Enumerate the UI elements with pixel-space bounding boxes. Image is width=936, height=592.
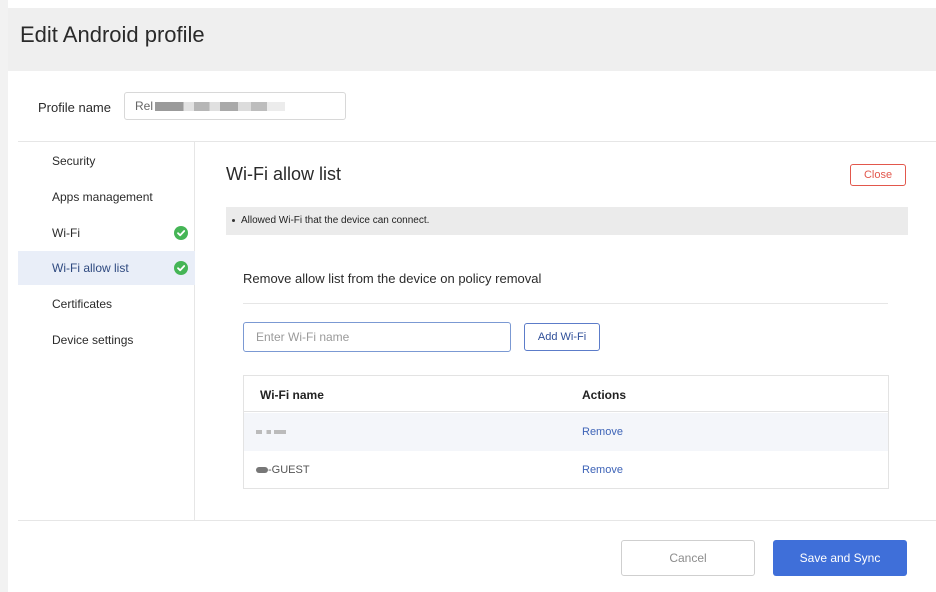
sidebar-item-wifi-allow-list[interactable]: Wi-Fi allow list bbox=[18, 251, 195, 285]
remove-link[interactable]: Remove bbox=[582, 464, 623, 476]
sidebar-item-label: Device settings bbox=[52, 333, 134, 347]
sidebar-item-device-settings[interactable]: Device settings bbox=[18, 323, 195, 357]
table-row: Remove bbox=[244, 413, 888, 451]
redacted-text bbox=[256, 430, 286, 435]
profile-name-value: Rel bbox=[135, 99, 154, 113]
add-wifi-button[interactable]: Add Wi-Fi bbox=[524, 323, 600, 351]
column-header-actions: Actions bbox=[582, 388, 627, 402]
save-and-sync-button[interactable]: Save and Sync bbox=[773, 540, 907, 576]
footer: Cancel Save and Sync bbox=[18, 520, 936, 592]
sidebar-item-label: Apps management bbox=[52, 190, 153, 204]
check-circle-icon bbox=[174, 226, 188, 240]
sidebar-item-label: Wi-Fi allow list bbox=[52, 261, 129, 275]
main-panel: Wi-Fi allow list Close Allowed Wi-Fi tha… bbox=[196, 142, 936, 520]
profile-name-label: Profile name bbox=[38, 100, 111, 115]
divider bbox=[243, 303, 888, 304]
wifi-table: Wi-Fi name Actions Remove -GUEST Remove bbox=[243, 375, 889, 489]
wifi-name-cell: -GUEST bbox=[256, 464, 310, 476]
sidebar-item-apps-management[interactable]: Apps management bbox=[18, 180, 195, 214]
page-title: Edit Android profile bbox=[20, 22, 205, 47]
redacted-text bbox=[155, 102, 286, 112]
info-banner: Allowed Wi-Fi that the device can connec… bbox=[226, 207, 908, 235]
close-button[interactable]: Close bbox=[850, 164, 906, 186]
section-title: Wi-Fi allow list bbox=[226, 164, 341, 184]
sidebar-item-label: Security bbox=[52, 154, 96, 168]
remove-link[interactable]: Remove bbox=[582, 426, 623, 438]
table-header: Wi-Fi name Actions bbox=[244, 376, 888, 412]
table-row: -GUEST Remove bbox=[244, 451, 888, 489]
sidebar-item-label: Certificates bbox=[52, 297, 113, 311]
sidebar-item-label: Wi-Fi bbox=[52, 226, 80, 240]
wifi-name-input[interactable] bbox=[243, 322, 511, 352]
cancel-button[interactable]: Cancel bbox=[621, 540, 755, 576]
sidebar-item-wifi[interactable]: Wi-Fi bbox=[18, 216, 195, 250]
remove-on-policy-removal-label: Remove allow list from the device on pol… bbox=[243, 271, 542, 286]
check-circle-icon bbox=[174, 261, 188, 275]
sidebar-item-security[interactable]: Security bbox=[18, 144, 195, 178]
left-gutter bbox=[0, 0, 8, 592]
sidebar: Security Apps management Wi-Fi Wi-Fi all… bbox=[18, 142, 195, 520]
profile-name-input[interactable]: Rel bbox=[124, 92, 346, 120]
info-text: Allowed Wi-Fi that the device can connec… bbox=[241, 215, 430, 226]
sidebar-item-certificates[interactable]: Certificates bbox=[18, 287, 195, 321]
wifi-name-cell bbox=[256, 426, 286, 438]
bullet-icon bbox=[232, 218, 235, 222]
profile-name-row: Profile name Rel bbox=[18, 72, 936, 142]
edit-profile-page: Edit Android profile Profile name Rel Se… bbox=[0, 0, 936, 592]
column-header-wifi-name: Wi-Fi name bbox=[260, 388, 324, 402]
page-header: Edit Android profile bbox=[8, 8, 936, 71]
redacted-text bbox=[256, 467, 268, 474]
